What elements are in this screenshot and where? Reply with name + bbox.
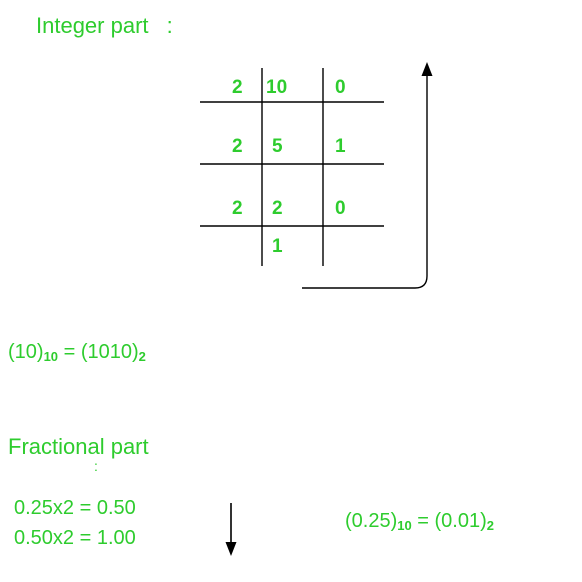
fractional-result-base-to: 2	[486, 518, 494, 533]
row1-divisor: 2	[232, 77, 243, 98]
final-quotient: 1	[272, 236, 283, 257]
down-arrowhead-icon	[225, 542, 237, 556]
fraction-step-1: 0.25x2 = 0.50	[14, 497, 136, 519]
row2-dividend: 5	[272, 136, 283, 157]
row2-remainder: 1	[335, 136, 346, 157]
row2-divisor: 2	[232, 136, 243, 157]
fractional-result-base-from: 10	[397, 518, 412, 533]
fractional-result-open: (0.25)	[345, 510, 398, 532]
integer-result-open: (10)	[8, 341, 44, 363]
fractional-part-heading: Fractional part	[8, 434, 149, 459]
up-arrow-path	[302, 74, 428, 289]
row3-dividend: 2	[272, 198, 283, 219]
division-table-diagram	[200, 62, 433, 556]
fraction-step-2: 0.50x2 = 1.00	[14, 527, 136, 549]
integer-result-middle: = (1010)	[58, 341, 139, 363]
up-arrowhead-icon	[421, 62, 433, 76]
integer-result-base-from: 10	[43, 349, 59, 364]
row3-remainder: 0	[335, 198, 346, 219]
integer-result-equation: (10)10 = (1010)2	[8, 341, 146, 364]
row1-dividend: 10	[266, 77, 288, 98]
row1-remainder: 0	[335, 77, 346, 98]
integer-result-base-to: 2	[138, 349, 146, 364]
fractional-part-heading-colon: :	[94, 458, 98, 474]
fractional-result-middle: = (0.01)	[411, 510, 487, 532]
fractional-result-equation: (0.25)10 = (0.01)2	[345, 510, 494, 533]
row3-divisor: 2	[232, 198, 243, 219]
